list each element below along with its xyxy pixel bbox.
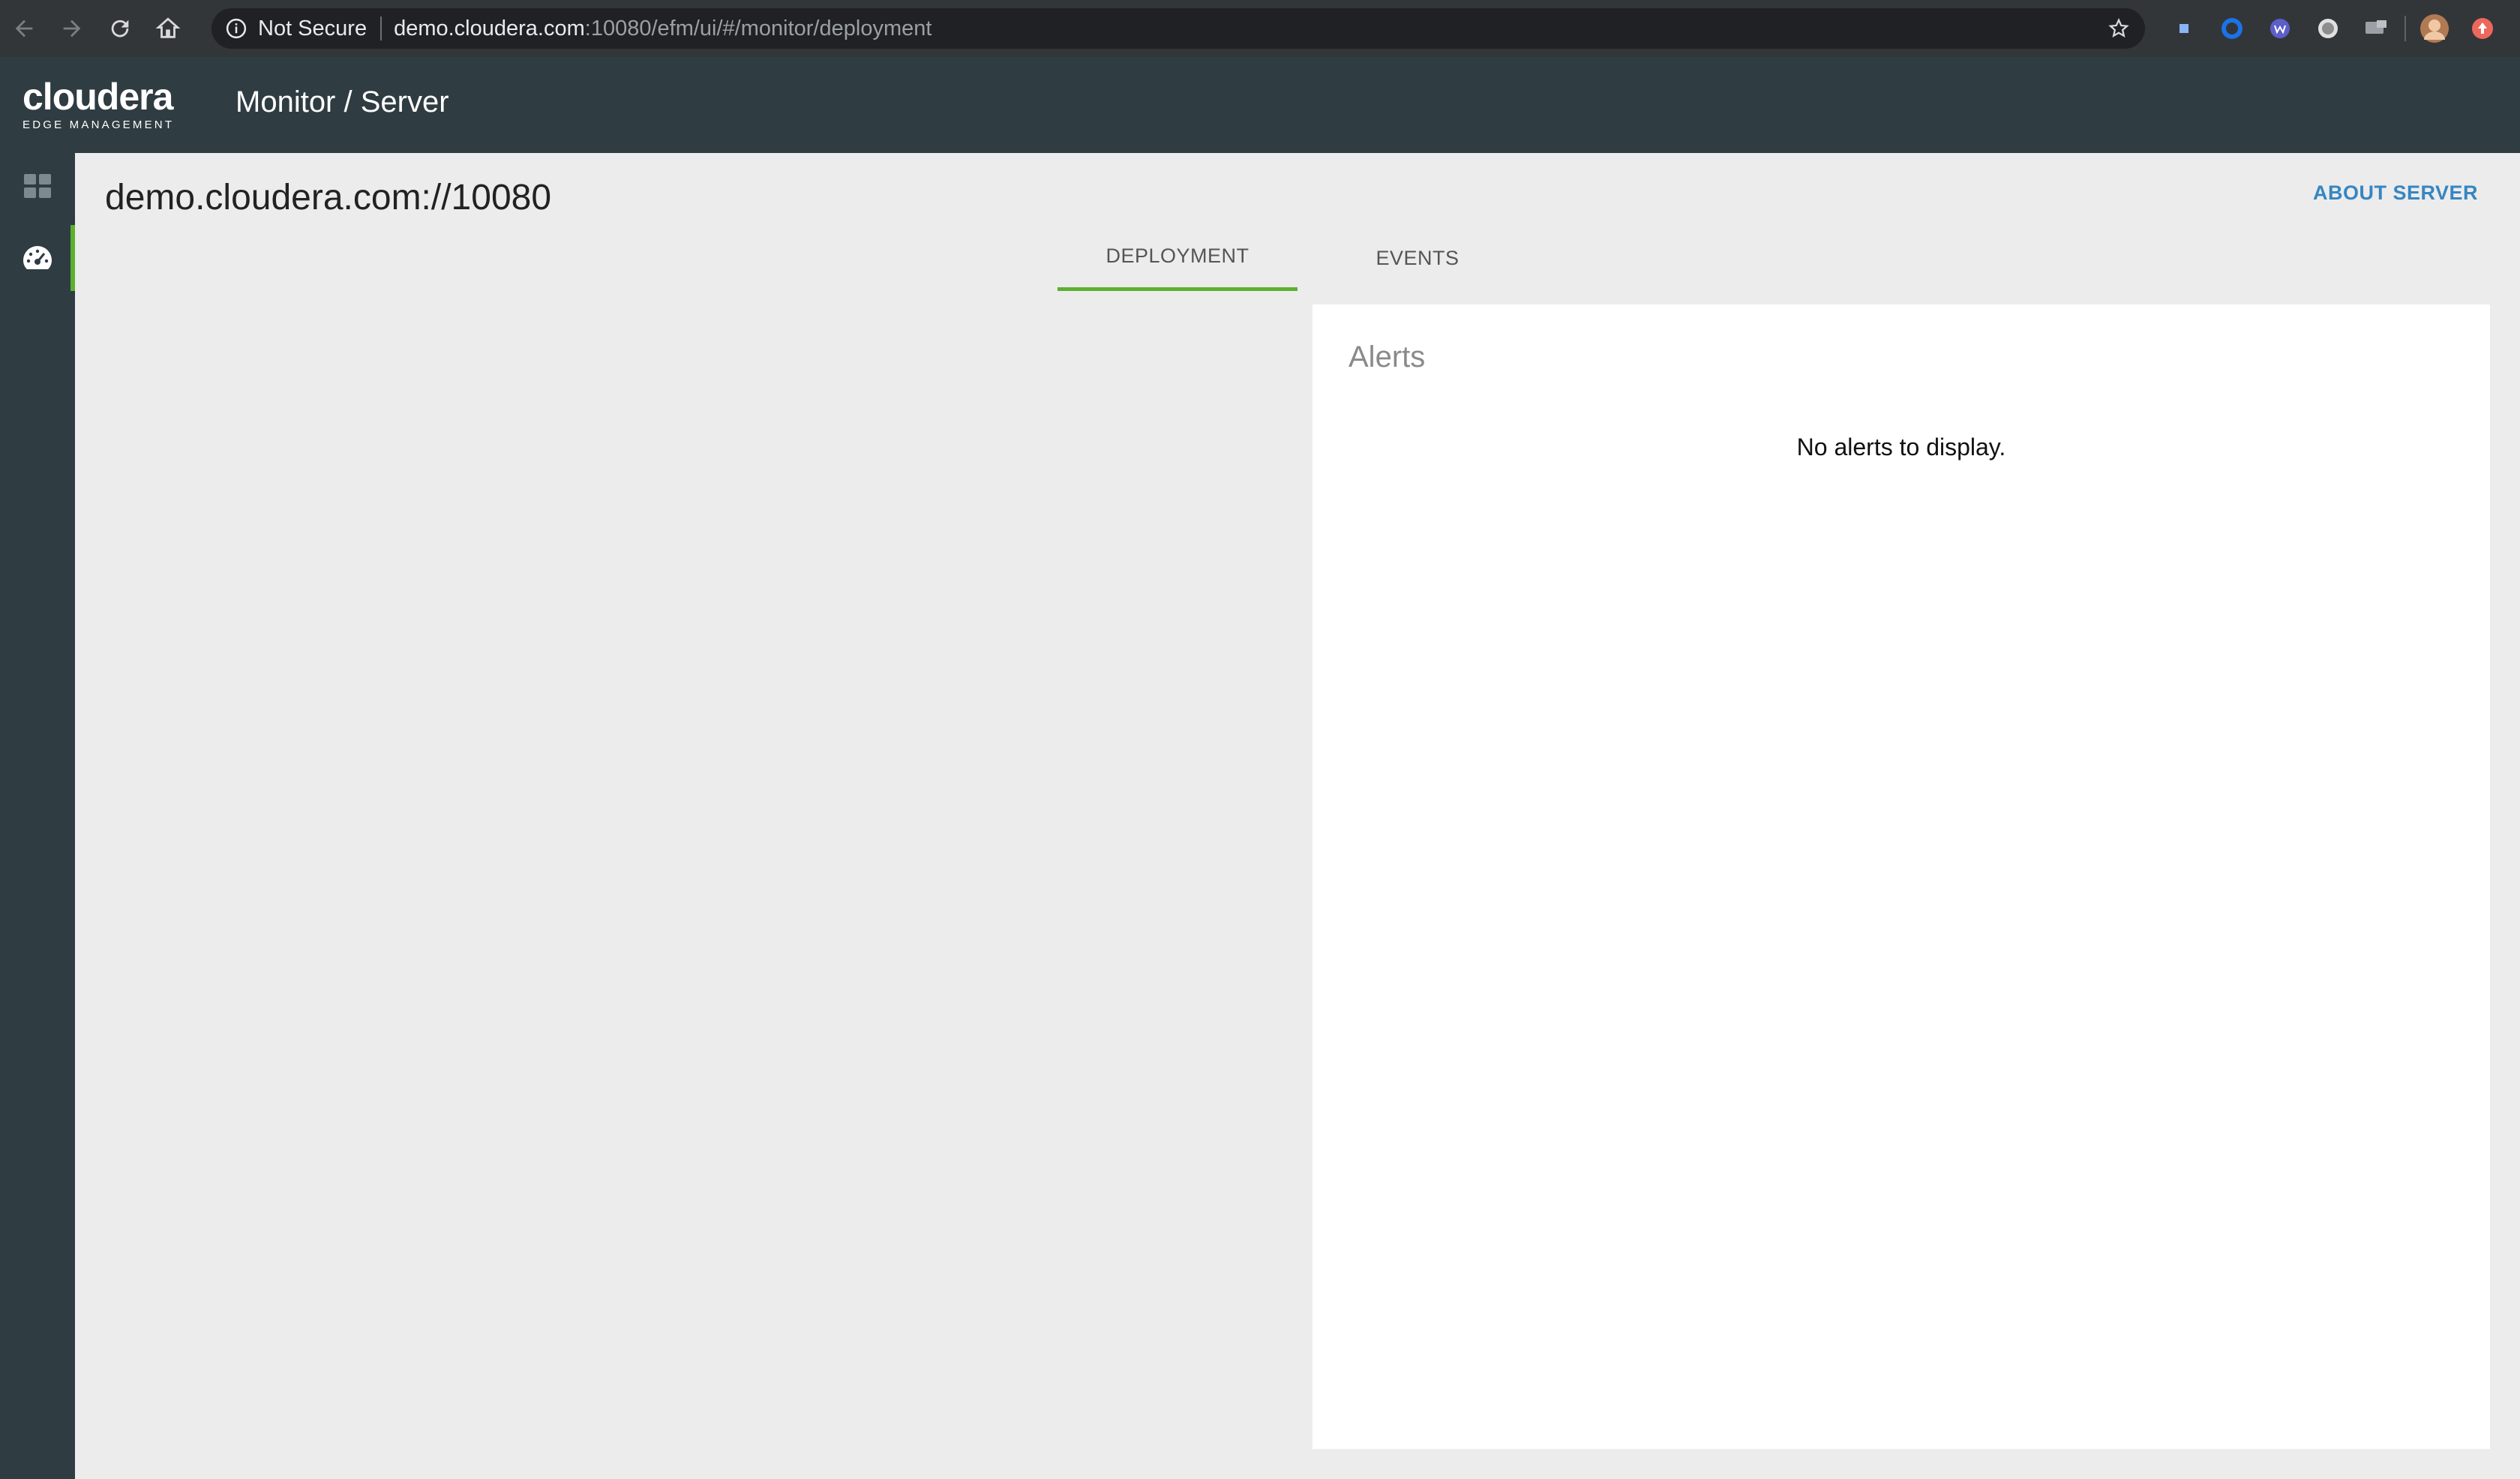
- url-path[interactable]: :10080/efm/ui/#/monitor/deployment: [585, 16, 932, 41]
- sidebar-item-dashboard[interactable]: [0, 153, 75, 219]
- tab-bar: DEPLOYMENT EVENTS: [1058, 225, 1538, 294]
- extension-w-icon[interactable]: [2256, 0, 2304, 57]
- page-title: Monitor / Server: [236, 86, 449, 118]
- browser-toolbar: Not Secure demo.cloudera.com:10080/efm/u…: [0, 0, 2520, 57]
- tab-events[interactable]: EVENTS: [1298, 225, 1538, 291]
- cloudera-logo[interactable]: cloudera EDGE MANAGEMENT: [22, 78, 174, 131]
- security-label[interactable]: Not Secure: [258, 16, 367, 41]
- info-icon[interactable]: [225, 17, 248, 40]
- extension-square-icon[interactable]: [2160, 0, 2208, 57]
- alerts-empty-message: No alerts to display.: [1796, 434, 2006, 460]
- sidebar-item-monitor[interactable]: [0, 225, 75, 291]
- main-content: demo.cloudera.com://10080 ABOUT SERVER D…: [75, 153, 2520, 1479]
- bookmark-star-icon[interactable]: [2108, 17, 2130, 40]
- about-server-link[interactable]: ABOUT SERVER: [2313, 182, 2478, 205]
- extension-disc-icon[interactable]: [2304, 0, 2352, 57]
- toolbar-divider: [2404, 16, 2406, 41]
- tab-deployment[interactable]: DEPLOYMENT: [1058, 225, 1298, 291]
- alerts-panel: Alerts No alerts to display.: [1312, 304, 2490, 1449]
- reload-icon[interactable]: [96, 0, 144, 57]
- logo-wordmark: cloudera: [22, 76, 173, 118]
- logo-subtitle: EDGE MANAGEMENT: [22, 118, 175, 131]
- server-title: demo.cloudera.com://10080: [105, 178, 552, 218]
- back-arrow-icon[interactable]: [0, 0, 48, 57]
- monitor-gauge-icon: [23, 246, 52, 269]
- extension-cast-icon[interactable]: [2352, 0, 2400, 57]
- omnibox-divider: [380, 16, 382, 40]
- sidebar: [0, 153, 75, 1479]
- dashboard-grid-icon: [24, 174, 51, 198]
- update-alert-icon[interactable]: [2458, 0, 2506, 57]
- profile-avatar[interactable]: [2410, 0, 2458, 57]
- home-icon[interactable]: [144, 0, 192, 57]
- alerts-title: Alerts: [1348, 340, 1426, 374]
- extension-circle-icon[interactable]: [2208, 0, 2256, 57]
- forward-arrow-icon[interactable]: [48, 0, 96, 57]
- address-bar[interactable]: Not Secure demo.cloudera.com:10080/efm/u…: [212, 8, 2145, 49]
- url-host[interactable]: demo.cloudera.com: [394, 16, 585, 41]
- extensions-area: [2160, 0, 2506, 57]
- app-header: cloudera EDGE MANAGEMENT Monitor / Serve…: [0, 57, 2520, 153]
